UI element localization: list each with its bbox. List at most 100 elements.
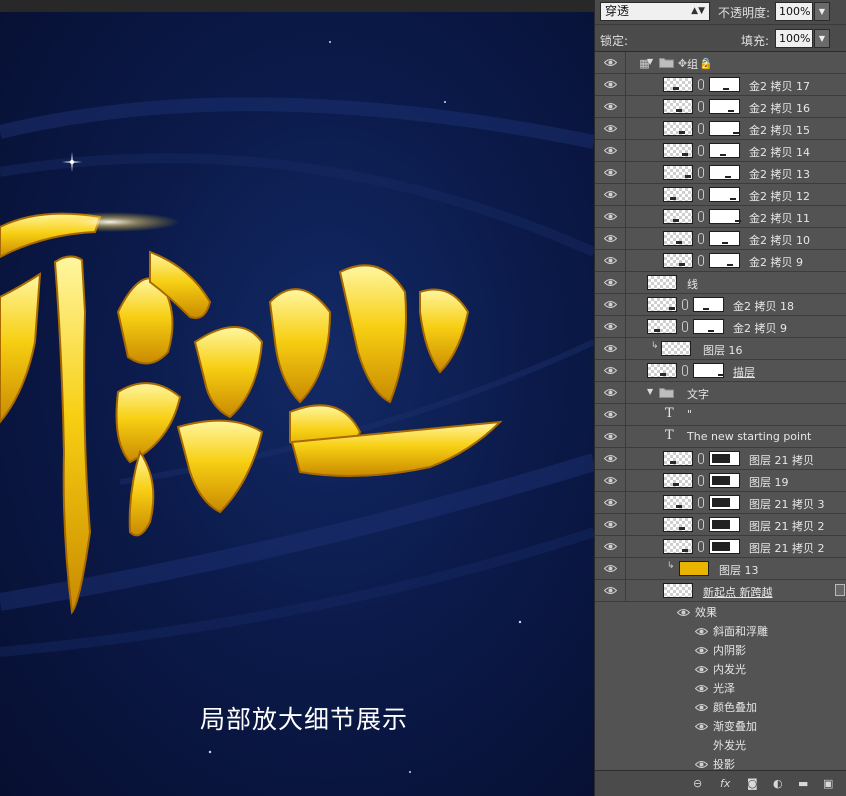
new-layer-icon[interactable]: ▣ — [823, 777, 833, 791]
effects-header-row[interactable]: 效果 — [595, 602, 846, 621]
opacity-input[interactable]: 100% — [775, 2, 813, 21]
visibility-eye-icon[interactable] — [694, 683, 709, 696]
layer-row[interactable]: 新起点 新跨越 — [595, 580, 846, 602]
layer-row[interactable]: ▼ 组 2 — [595, 52, 846, 74]
mask-link-chain-icon[interactable] — [682, 321, 688, 332]
layer-mask-thumbnail[interactable] — [693, 319, 724, 334]
visibility-eye-icon[interactable] — [595, 338, 626, 359]
fill-input[interactable]: 100% — [775, 29, 813, 48]
visibility-eye-icon[interactable] — [595, 162, 626, 183]
layer-mask-thumbnail[interactable] — [693, 363, 724, 378]
layer-row[interactable]: T The new starting point — [595, 426, 846, 448]
visibility-eye-icon[interactable] — [595, 426, 626, 447]
layer-row[interactable]: 图层 21 拷贝 2 — [595, 514, 846, 536]
layer-effects-badge-icon[interactable] — [835, 584, 845, 596]
mask-link-chain-icon[interactable] — [698, 167, 704, 178]
add-mask-icon[interactable]: ◙ — [747, 777, 758, 791]
visibility-eye-icon[interactable] — [676, 607, 691, 620]
visibility-eye-icon[interactable] — [595, 250, 626, 271]
disclosure-triangle-icon[interactable]: ▼ — [647, 387, 653, 396]
effect-row[interactable]: 光泽 — [595, 678, 846, 697]
layer-row[interactable]: 描层 — [595, 360, 846, 382]
mask-link-chain-icon[interactable] — [698, 189, 704, 200]
new-adjustment-layer-icon[interactable]: ◐ — [773, 777, 783, 791]
visibility-eye-icon[interactable] — [595, 470, 626, 491]
effect-row[interactable]: 斜面和浮雕 — [595, 621, 846, 640]
visibility-eye-icon[interactable] — [595, 580, 626, 601]
visibility-eye-icon[interactable] — [595, 316, 626, 337]
layer-mask-thumbnail[interactable] — [709, 165, 740, 180]
layer-row[interactable]: 金2 拷贝 16 — [595, 96, 846, 118]
layers-list[interactable]: ▼ 组 2 金2 拷贝 17 金2 拷贝 16 金2 拷贝 15 金2 拷贝 14 金2 拷… — [595, 52, 846, 770]
layer-mask-thumbnail[interactable] — [709, 473, 740, 488]
visibility-eye-icon[interactable] — [595, 184, 626, 205]
visibility-eye-icon[interactable] — [694, 702, 709, 715]
mask-link-chain-icon[interactable] — [698, 145, 704, 156]
layer-mask-thumbnail[interactable] — [709, 187, 740, 202]
layer-row[interactable]: ↳ 图层 16 — [595, 338, 846, 360]
mask-link-chain-icon[interactable] — [698, 475, 704, 486]
effect-row[interactable]: 投影 — [595, 754, 846, 770]
visibility-eye-icon[interactable] — [595, 360, 626, 381]
layer-row[interactable]: 金2 拷贝 14 — [595, 140, 846, 162]
layer-row[interactable]: 金2 拷贝 9 — [595, 316, 846, 338]
visibility-eye-icon[interactable] — [595, 74, 626, 95]
visibility-eye-icon[interactable] — [595, 140, 626, 161]
visibility-eye-icon[interactable] — [595, 514, 626, 535]
blend-mode-select[interactable]: 穿透 ▲▼ — [600, 2, 710, 21]
layer-mask-thumbnail[interactable] — [709, 143, 740, 158]
layer-row[interactable]: 金2 拷贝 13 — [595, 162, 846, 184]
visibility-eye-icon[interactable] — [694, 626, 709, 639]
layer-row[interactable]: 金2 拷贝 18 — [595, 294, 846, 316]
layer-row[interactable]: ▼ 文字 — [595, 382, 846, 404]
layer-mask-thumbnail[interactable] — [709, 539, 740, 554]
layer-row[interactable]: 金2 拷贝 9 — [595, 250, 846, 272]
layer-mask-thumbnail[interactable] — [709, 517, 740, 532]
layer-row[interactable]: 金2 拷贝 17 — [595, 74, 846, 96]
disclosure-triangle-icon[interactable]: ▼ — [647, 57, 653, 66]
layer-row[interactable]: 图层 21 拷贝 3 — [595, 492, 846, 514]
fill-dropdown-button[interactable]: ▼ — [814, 29, 830, 48]
layer-mask-thumbnail[interactable] — [709, 209, 741, 224]
visibility-eye-icon[interactable] — [595, 52, 626, 73]
visibility-eye-icon[interactable] — [595, 228, 626, 249]
layer-row[interactable]: 图层 21 拷贝 — [595, 448, 846, 470]
document-canvas[interactable]: 局部放大细节展示 — [0, 0, 594, 796]
effect-row[interactable]: 颜色叠加 — [595, 697, 846, 716]
layer-mask-thumbnail[interactable] — [709, 253, 740, 268]
visibility-eye-icon[interactable] — [694, 759, 709, 770]
effect-row[interactable]: 内阴影 — [595, 640, 846, 659]
effect-row[interactable]: 渐变叠加 — [595, 716, 846, 735]
visibility-eye-icon[interactable] — [694, 645, 709, 658]
layer-mask-thumbnail[interactable] — [709, 77, 740, 92]
layer-row[interactable]: ↳ 图层 13 — [595, 558, 846, 580]
layer-row[interactable]: 图层 21 拷贝 2 — [595, 536, 846, 558]
visibility-eye-icon[interactable] — [595, 404, 626, 425]
layer-row[interactable]: T " — [595, 404, 846, 426]
layer-mask-thumbnail[interactable] — [709, 495, 740, 510]
layer-mask-thumbnail[interactable] — [709, 99, 740, 114]
new-group-icon[interactable]: ▬ — [798, 777, 808, 791]
mask-link-chain-icon[interactable] — [698, 453, 704, 464]
visibility-eye-icon[interactable] — [595, 448, 626, 469]
visibility-eye-icon[interactable] — [595, 558, 626, 579]
visibility-eye-icon[interactable] — [595, 294, 626, 315]
mask-link-chain-icon[interactable] — [698, 541, 704, 552]
mask-link-chain-icon[interactable] — [698, 255, 704, 266]
visibility-eye-icon[interactable] — [595, 382, 626, 403]
mask-link-chain-icon[interactable] — [682, 365, 688, 376]
visibility-eye-icon[interactable] — [595, 492, 626, 513]
visibility-eye-icon[interactable] — [595, 96, 626, 117]
layer-row[interactable]: 图层 19 — [595, 470, 846, 492]
mask-link-chain-icon[interactable] — [682, 299, 688, 310]
add-layer-style-icon[interactable]: fx — [720, 777, 730, 791]
visibility-eye-icon[interactable] — [595, 272, 626, 293]
opacity-dropdown-button[interactable]: ▼ — [814, 2, 830, 21]
mask-link-chain-icon[interactable] — [698, 123, 704, 134]
effect-row[interactable]: 外发光 — [595, 735, 846, 754]
layer-row[interactable]: 金2 拷贝 12 — [595, 184, 846, 206]
effect-row[interactable]: 内发光 — [595, 659, 846, 678]
layer-row[interactable]: 金2 拷贝 15 — [595, 118, 846, 140]
visibility-eye-icon[interactable] — [694, 721, 709, 734]
visibility-eye-icon[interactable] — [694, 664, 709, 677]
